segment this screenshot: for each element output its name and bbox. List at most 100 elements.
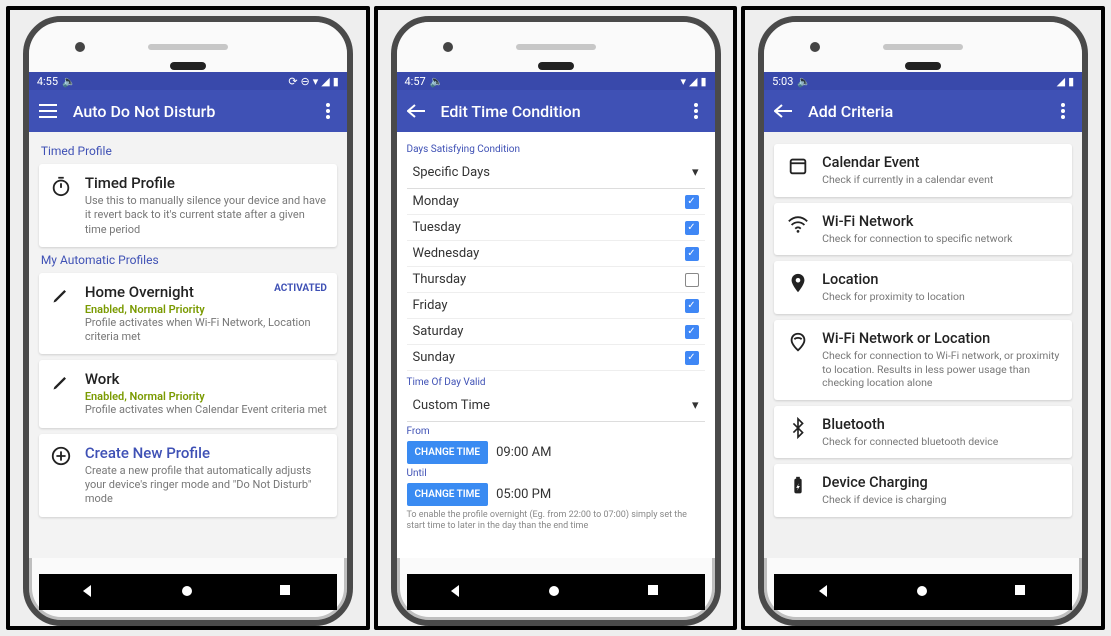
day-checkbox[interactable] [685, 273, 699, 287]
timed-profile-title: Timed Profile [85, 174, 327, 192]
change-from-time-button[interactable]: CHANGE TIME [407, 441, 489, 464]
nav-back-icon[interactable] [448, 584, 464, 600]
day-label: Thursday [413, 272, 467, 287]
overflow-icon[interactable] [1054, 103, 1072, 119]
phone-frame-1: 4:55 🔈 ⟳ ⊖ ▾ ◢ ▮ Auto Do Not Disturb Tim… [23, 16, 353, 626]
section-auto-label: My Automatic Profiles [41, 253, 335, 267]
from-label: From [407, 426, 705, 437]
battery-icon: ▮ [1068, 75, 1074, 88]
from-time-value: 09:00 AM [496, 445, 551, 460]
days-mode-value: Specific Days [413, 165, 490, 180]
nav-recent-icon[interactable] [279, 584, 295, 600]
profile-home-status: Enabled, Normal Priority [85, 303, 327, 316]
phone-frame-3: 5:03 🔈 ◢ ▮ Add Criteria Calendar EventCh… [758, 16, 1088, 626]
day-row-thursday[interactable]: Thursday [407, 267, 705, 293]
android-navbar [39, 574, 337, 610]
day-row-monday[interactable]: Monday [407, 189, 705, 215]
overflow-icon[interactable] [687, 103, 705, 119]
signal-icon: ◢ [1057, 75, 1065, 88]
criteria-location[interactable]: LocationCheck for proximity to location [774, 261, 1072, 314]
time-section-label: Time Of Day Valid [407, 377, 705, 388]
criteria-device-charging[interactable]: Device Charging Check if device is chargi… [774, 464, 1072, 517]
nav-home-icon[interactable] [915, 584, 931, 600]
pencil-icon [49, 283, 73, 307]
day-checkbox[interactable] [685, 195, 699, 209]
criteria-desc: Check for proximity to location [822, 290, 1060, 304]
android-navbar [407, 574, 705, 610]
day-checkbox[interactable] [685, 351, 699, 365]
time-mode-value: Custom Time [413, 398, 490, 413]
profile-home-card[interactable]: Home Overnight ACTIVATED Enabled, Normal… [39, 273, 337, 355]
timed-profile-card[interactable]: Timed Profile Use this to manually silen… [39, 164, 337, 247]
criteria-title: Calendar Event [822, 154, 1060, 171]
volume-icon: 🔈 [62, 75, 76, 88]
timed-profile-desc: Use this to manually silence your device… [85, 194, 327, 237]
timer-icon [49, 174, 73, 198]
back-arrow-icon[interactable] [407, 104, 425, 118]
chevron-down-icon: ▾ [692, 165, 699, 180]
phone-sensors [397, 22, 715, 72]
clock: 5:03 [772, 75, 793, 88]
signal-icon: ◢ [689, 75, 697, 88]
appbar-title: Edit Time Condition [441, 102, 671, 121]
phone-frame-2: 4:57 🔈 ▾ ◢ ▮ Edit Time Condition Days Sa… [391, 16, 721, 626]
nav-back-icon[interactable] [816, 584, 832, 600]
wifi-icon: ▾ [680, 75, 686, 88]
criteria-title: Device Charging [822, 474, 1060, 491]
criteria-desc: Check for connection to Wi-Fi network, o… [822, 349, 1060, 390]
create-profile-card[interactable]: Create New Profile Create a new profile … [39, 434, 337, 517]
dnd-icon: ⊖ [301, 75, 310, 88]
day-label: Tuesday [413, 220, 461, 235]
day-row-tuesday[interactable]: Tuesday [407, 215, 705, 241]
hamburger-icon[interactable] [39, 104, 57, 118]
phone-sensors [764, 22, 1082, 72]
criteria-title: Wi-Fi Network [822, 213, 1060, 230]
day-label: Monday [413, 194, 459, 209]
days-section-label: Days Satisfying Condition [407, 144, 705, 155]
day-row-friday[interactable]: Friday [407, 293, 705, 319]
overnight-hint: To enable the profile overnight (Eg. fro… [407, 510, 705, 532]
criteria-desc: Check if device is charging [822, 493, 1060, 507]
criteria-wi-fi-network-or-location[interactable]: Wi-Fi Network or Location Check for conne… [774, 320, 1072, 400]
calendar-icon [786, 154, 810, 178]
volume-icon: 🔈 [797, 75, 811, 88]
profile-home-badge: ACTIVATED [274, 283, 327, 303]
day-row-sunday[interactable]: Sunday [407, 345, 705, 371]
appbar-title: Auto Do Not Disturb [73, 102, 303, 121]
add-circle-icon [49, 444, 73, 468]
app-bar: Add Criteria [764, 90, 1082, 132]
nav-recent-icon[interactable] [1014, 584, 1030, 600]
day-checkbox[interactable] [685, 325, 699, 339]
back-arrow-icon[interactable] [774, 104, 792, 118]
day-row-wednesday[interactable]: Wednesday [407, 241, 705, 267]
profile-work-desc: Profile activates when Calendar Event cr… [85, 403, 327, 417]
app-bar: Auto Do Not Disturb [29, 90, 347, 132]
criteria-bluetooth[interactable]: BluetoothCheck for connected bluetooth d… [774, 406, 1072, 459]
charging-icon [786, 474, 810, 498]
clock: 4:55 [37, 75, 58, 88]
criteria-desc: Check for connection to specific network [822, 232, 1060, 246]
day-checkbox[interactable] [685, 299, 699, 313]
time-mode-select[interactable]: Custom Time ▾ [407, 390, 705, 422]
profile-work-card[interactable]: Work Enabled, Normal Priority Profile ac… [39, 360, 337, 427]
profile-work-title: Work [85, 370, 327, 388]
day-checkbox[interactable] [685, 247, 699, 261]
wifi-icon: ▾ [313, 75, 319, 88]
days-mode-select[interactable]: Specific Days ▾ [407, 157, 705, 189]
profile-work-status: Enabled, Normal Priority [85, 390, 327, 403]
day-checkbox[interactable] [685, 221, 699, 235]
clock: 4:57 [405, 75, 426, 88]
criteria-wi-fi-network[interactable]: Wi-Fi Network Check for connection to spe… [774, 203, 1072, 256]
day-row-saturday[interactable]: Saturday [407, 319, 705, 345]
profile-home-desc: Profile activates when Wi-Fi Network, Lo… [85, 316, 327, 345]
change-until-time-button[interactable]: CHANGE TIME [407, 483, 489, 506]
status-bar: 5:03 🔈 ◢ ▮ [764, 72, 1082, 90]
overflow-icon[interactable] [319, 103, 337, 119]
nav-home-icon[interactable] [180, 584, 196, 600]
criteria-calendar-event[interactable]: Calendar EventCheck if currently in a ca… [774, 144, 1072, 197]
nav-recent-icon[interactable] [647, 584, 663, 600]
nav-home-icon[interactable] [547, 584, 563, 600]
criteria-title: Wi-Fi Network or Location [822, 330, 1060, 347]
wifi-location-icon [786, 330, 810, 354]
nav-back-icon[interactable] [80, 584, 96, 600]
